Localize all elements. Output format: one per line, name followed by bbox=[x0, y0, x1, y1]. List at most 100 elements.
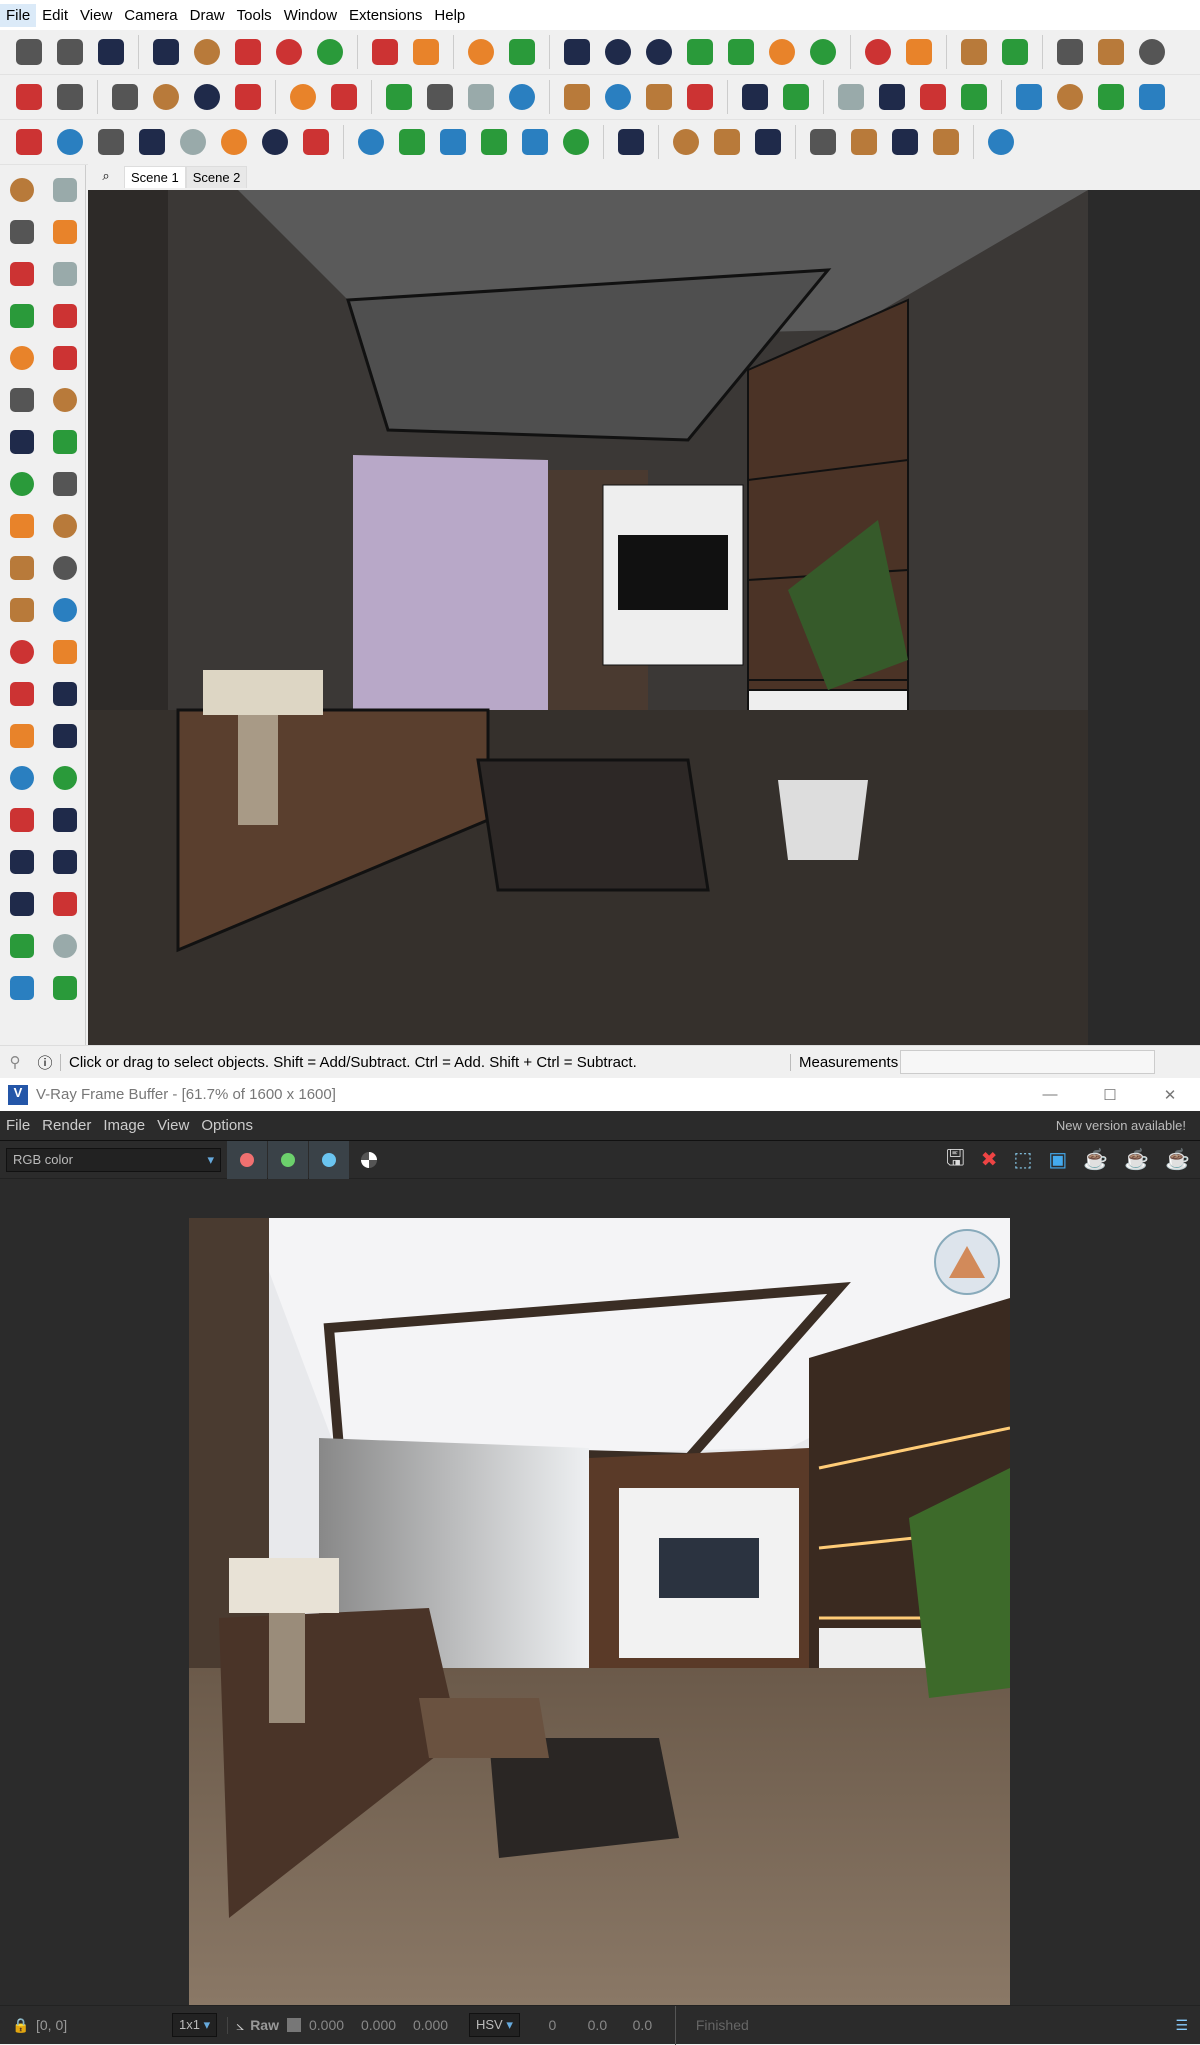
view-iso-icon[interactable] bbox=[1051, 78, 1089, 116]
zoom-window-icon[interactable] bbox=[43, 799, 86, 841]
offset-icon[interactable] bbox=[43, 589, 86, 631]
sketchup-viewport[interactable] bbox=[88, 190, 1200, 1045]
sandbox-icon[interactable] bbox=[43, 967, 86, 1009]
lock-icon[interactable]: 🔒 bbox=[6, 2017, 36, 2034]
previous-icon[interactable] bbox=[43, 841, 86, 883]
solid-intersect-icon[interactable] bbox=[873, 78, 911, 116]
protractor-icon[interactable] bbox=[0, 673, 43, 715]
box-solid-icon[interactable] bbox=[722, 33, 760, 71]
refresh-icon[interactable] bbox=[51, 33, 89, 71]
home-front-icon[interactable] bbox=[475, 123, 513, 161]
flip-red-icon[interactable] bbox=[1051, 33, 1089, 71]
cloud-upload-icon[interactable] bbox=[311, 33, 349, 71]
axis-icon[interactable] bbox=[955, 33, 993, 71]
solid-union-icon[interactable] bbox=[832, 78, 870, 116]
menu-file[interactable]: File bbox=[0, 3, 37, 27]
section-icon[interactable] bbox=[1010, 78, 1048, 116]
add-icon[interactable] bbox=[147, 33, 185, 71]
text-icon[interactable] bbox=[43, 673, 86, 715]
slash-red2-icon[interactable] bbox=[886, 123, 924, 161]
vfb-menu-view[interactable]: View bbox=[151, 1117, 195, 1134]
paint-icon[interactable] bbox=[0, 211, 43, 253]
push-pull-icon[interactable] bbox=[43, 505, 86, 547]
region-render-icon[interactable]: ⬚ bbox=[1013, 1147, 1032, 1172]
gear-icon[interactable] bbox=[777, 78, 815, 116]
select-icon[interactable] bbox=[0, 169, 43, 211]
house-icon[interactable] bbox=[352, 123, 390, 161]
mail-icon[interactable] bbox=[407, 33, 445, 71]
scene-search-icon[interactable]: ⌕ bbox=[88, 168, 124, 188]
component-icon[interactable] bbox=[0, 253, 43, 295]
tree-icon[interactable] bbox=[188, 33, 226, 71]
alpha-channel-icon[interactable] bbox=[361, 1151, 377, 1168]
sphere-icon[interactable] bbox=[270, 33, 308, 71]
cone-light-icon[interactable] bbox=[133, 123, 171, 161]
view-front-icon[interactable] bbox=[1133, 78, 1171, 116]
material-icon[interactable] bbox=[229, 33, 267, 71]
track-mouse-icon[interactable]: ▣ bbox=[1048, 1147, 1067, 1172]
extension-warehouse-icon[interactable] bbox=[10, 33, 48, 71]
section-plane-icon[interactable] bbox=[43, 925, 86, 967]
box-plain-icon[interactable] bbox=[681, 33, 719, 71]
history-panel-icon[interactable]: ☰ bbox=[1175, 2017, 1188, 2034]
box-outline-icon[interactable] bbox=[599, 33, 637, 71]
teapot-icon[interactable] bbox=[106, 78, 144, 116]
home-icon[interactable] bbox=[434, 123, 472, 161]
list-icon[interactable] bbox=[708, 123, 746, 161]
stop-render-icon[interactable]: ☕ bbox=[1124, 1147, 1149, 1172]
look-around-icon[interactable] bbox=[43, 883, 86, 925]
scale-icon[interactable] bbox=[1092, 33, 1130, 71]
geo-location-icon[interactable]: ⚲ bbox=[0, 1053, 30, 1071]
ies-light-icon[interactable] bbox=[174, 123, 212, 161]
pan-icon[interactable] bbox=[43, 757, 86, 799]
slash-pink-icon[interactable] bbox=[927, 123, 965, 161]
arrow-horizontal-icon[interactable] bbox=[558, 78, 596, 116]
light-gen-icon[interactable] bbox=[10, 123, 48, 161]
menu-view[interactable]: View bbox=[74, 4, 118, 27]
menu-edit[interactable]: Edit bbox=[36, 4, 74, 27]
hourglass-icon[interactable] bbox=[1133, 33, 1171, 71]
eraser-icon[interactable] bbox=[43, 211, 86, 253]
brick-icon[interactable] bbox=[982, 123, 1020, 161]
frame-buffer-disabled-icon[interactable] bbox=[325, 78, 363, 116]
teapot-interactive-icon[interactable] bbox=[147, 78, 185, 116]
tab-scene-1[interactable]: Scene 1 bbox=[124, 166, 186, 188]
info-icon[interactable] bbox=[462, 33, 500, 71]
dimension-icon[interactable] bbox=[43, 631, 86, 673]
solid-tools-icon[interactable] bbox=[0, 967, 43, 1009]
maximize-button[interactable]: ☐ bbox=[1080, 1086, 1140, 1104]
box-icon[interactable] bbox=[558, 33, 596, 71]
minimize-button[interactable]: — bbox=[1020, 1086, 1080, 1103]
freehand-icon[interactable] bbox=[43, 295, 86, 337]
help-icon[interactable] bbox=[736, 78, 774, 116]
zoom-icon[interactable] bbox=[681, 78, 719, 116]
lock-icon[interactable] bbox=[503, 78, 541, 116]
door-icon[interactable] bbox=[393, 123, 431, 161]
sample-size-select[interactable]: 1x1 ▾ bbox=[172, 2013, 218, 2037]
window-icon[interactable] bbox=[380, 78, 418, 116]
position-camera-icon[interactable] bbox=[0, 883, 43, 925]
menu-help[interactable]: Help bbox=[428, 4, 471, 27]
flip-blue-icon[interactable] bbox=[996, 33, 1034, 71]
orbit2-icon[interactable] bbox=[0, 757, 43, 799]
blue-channel-toggle[interactable] bbox=[309, 1140, 349, 1179]
clear-image-icon[interactable]: ✖ bbox=[981, 1147, 998, 1172]
rectangle-icon[interactable] bbox=[0, 337, 43, 379]
tag-icon[interactable] bbox=[43, 253, 86, 295]
home-roof-icon[interactable] bbox=[557, 123, 595, 161]
palette-icon[interactable] bbox=[51, 78, 89, 116]
fog-icon[interactable] bbox=[188, 78, 226, 116]
measurements-input[interactable] bbox=[900, 1050, 1155, 1074]
close-button[interactable]: ✕ bbox=[1140, 1086, 1200, 1104]
rotate-icon[interactable] bbox=[0, 547, 43, 589]
camera-swap-icon[interactable] bbox=[92, 33, 130, 71]
settings-icon[interactable] bbox=[366, 33, 404, 71]
frame-buffer-icon[interactable] bbox=[284, 78, 322, 116]
hand-icon[interactable] bbox=[667, 123, 705, 161]
omni-light-icon[interactable] bbox=[215, 123, 253, 161]
vray-icon[interactable] bbox=[10, 78, 48, 116]
box-x-icon[interactable] bbox=[640, 33, 678, 71]
walk-icon[interactable] bbox=[0, 925, 43, 967]
solid-trim-icon[interactable] bbox=[955, 78, 993, 116]
up-arrow-icon[interactable] bbox=[612, 123, 650, 161]
